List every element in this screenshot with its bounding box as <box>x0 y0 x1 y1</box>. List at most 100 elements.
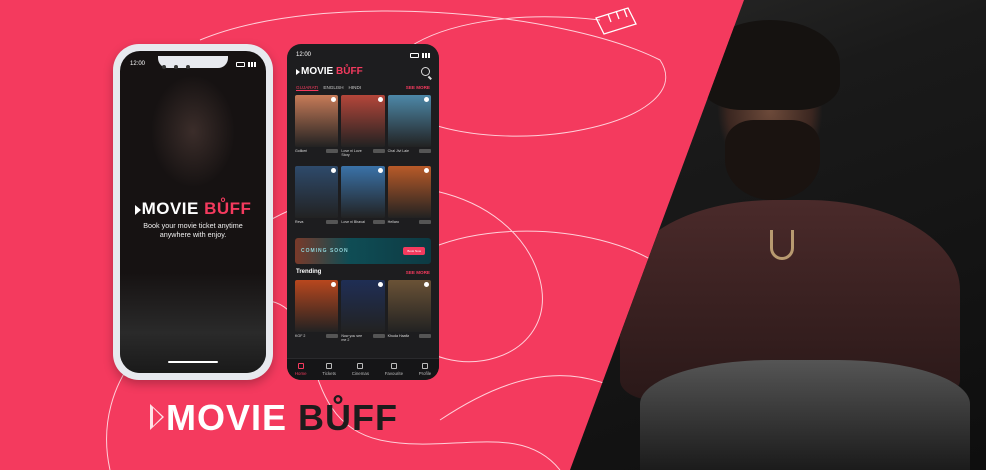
movie-card[interactable]: Chal Jivi Laie <box>387 95 431 163</box>
book-ticket-button[interactable] <box>372 220 385 224</box>
language-tabs: GUJARATI ENGLISH HINDI SEE MORE <box>287 77 439 90</box>
app-logo: MOVIE BŮFF <box>296 66 363 77</box>
app-status-time: 12:00 <box>296 52 312 58</box>
tab-favourite[interactable]: Favourite <box>385 363 403 376</box>
favourite-icon[interactable] <box>377 282 383 287</box>
movie-card[interactable]: Gollkeri <box>295 95 339 163</box>
movie-poster[interactable] <box>295 95 339 147</box>
favourite-icon[interactable] <box>377 97 383 102</box>
movie-card[interactable]: Love ni Love Story <box>341 95 385 163</box>
book-ticket-button[interactable] <box>326 334 339 338</box>
splash-screen: 12:00 MOVIE BŮFF Book your movie ticket … <box>120 51 266 373</box>
book-ticket-button[interactable] <box>326 149 339 153</box>
phone-notch <box>158 56 228 69</box>
movie-poster[interactable] <box>341 95 385 147</box>
status-time: 12:00 <box>130 61 146 67</box>
movie-poster[interactable] <box>341 280 385 332</box>
movie-card-footer: Gollkeri <box>295 149 339 163</box>
bottom-tab-bar: Home Tickets Cinemas Favourite Profile <box>287 358 439 380</box>
favourite-icon[interactable] <box>331 168 337 173</box>
ticket-icon <box>326 363 333 369</box>
book-ticket-button[interactable] <box>418 334 431 338</box>
movie-card-footer: KGF 2 <box>295 334 339 348</box>
tab-tickets[interactable]: Tickets <box>322 363 336 376</box>
app-status-bar: 12:00 <box>287 44 439 58</box>
book-ticket-button[interactable] <box>418 220 431 224</box>
battery-icon <box>410 52 419 58</box>
tab-home[interactable]: Home <box>295 363 307 376</box>
movie-title: Reva <box>295 220 304 224</box>
movie-title: Hellaro <box>387 220 400 224</box>
play-triangle-icon <box>296 69 300 75</box>
brand-buff-text: BŮFF <box>298 397 399 438</box>
favourite-icon[interactable] <box>423 168 429 173</box>
profile-icon <box>421 363 428 369</box>
favourite-icon[interactable] <box>331 97 337 102</box>
splash-background-bike <box>120 273 266 373</box>
tab-label: Tickets <box>322 371 336 376</box>
movie-card-footer: Khuda Haafiz <box>388 334 431 348</box>
heart-icon <box>390 363 397 369</box>
app-logo-movie: MOVIE <box>301 66 334 77</box>
book-ticket-button[interactable] <box>372 149 385 153</box>
movie-card[interactable]: Now you see me 2 <box>341 280 385 348</box>
movie-poster[interactable] <box>295 166 339 218</box>
trending-title: Trending <box>296 269 322 275</box>
movie-poster[interactable] <box>387 280 431 332</box>
tab-gujarati[interactable]: GUJARATI <box>296 85 318 90</box>
splash-logo: MOVIE BŮFF <box>120 199 266 219</box>
movie-grid: Gollkeri Love ni Love Story Chal Jivi Laie… <box>287 90 439 234</box>
brand-logo: MOVIE BŮFF <box>150 400 398 436</box>
book-ticket-button[interactable] <box>418 149 431 153</box>
movie-title: Love ni Love Story <box>341 149 362 158</box>
movie-poster[interactable] <box>341 166 385 218</box>
favourite-icon[interactable] <box>423 282 429 287</box>
app-home-phone-mockup: 12:00 MOVIE BŮFF GUJARATI ENGLISH HINDI … <box>287 44 439 380</box>
see-more-link[interactable]: SEE MORE <box>406 85 430 90</box>
movie-poster[interactable] <box>295 280 339 332</box>
movie-poster[interactable] <box>387 166 431 218</box>
movie-title: Gollkeri <box>295 149 308 153</box>
movie-card-footer: Love ni Bhavai <box>341 220 385 234</box>
movie-title: Khuda Haafiz <box>387 334 410 338</box>
movie-title: Now you see me 2 <box>341 334 363 343</box>
movie-card[interactable]: Khuda Haafiz <box>387 280 431 348</box>
book-ticket-button[interactable] <box>372 334 385 338</box>
tab-hindi[interactable]: HINDI <box>349 85 362 90</box>
splash-tagline: Book your movie ticket anytime anywhere … <box>143 221 243 240</box>
favourite-icon[interactable] <box>331 282 337 287</box>
signal-icon <box>248 61 256 67</box>
tab-label: Cinemas <box>351 371 370 376</box>
movie-card[interactable]: Love ni Bhavai <box>341 166 385 234</box>
tab-cinemas[interactable]: Cinemas <box>352 363 369 376</box>
movie-card-footer: Hellaro <box>388 220 431 234</box>
search-icon[interactable] <box>421 67 430 76</box>
app-header: MOVIE BŮFF <box>287 58 439 77</box>
banner-text: COMING SOON <box>301 248 349 254</box>
splash-phone-mockup: 12:00 MOVIE BŮFF Book your movie ticket … <box>113 44 273 380</box>
movie-card[interactable]: Reva <box>295 166 339 234</box>
favourite-icon[interactable] <box>377 168 383 173</box>
movie-card[interactable]: Hellaro <box>387 166 431 234</box>
movie-card-footer: Now you see me 2 <box>341 334 385 348</box>
tab-label: Profile <box>418 371 432 376</box>
movie-title: Love ni Bhavai <box>341 220 365 224</box>
book-now-button[interactable]: Book Now <box>403 247 425 255</box>
favourite-icon[interactable] <box>423 97 429 102</box>
logo-buff-text: BŮFF <box>204 199 252 218</box>
tab-english[interactable]: ENGLISH <box>323 85 343 90</box>
play-triangle-icon <box>134 205 141 215</box>
movie-poster[interactable] <box>387 95 431 147</box>
home-icon <box>297 363 304 369</box>
play-triangle-icon <box>150 404 164 430</box>
battery-icon <box>236 61 245 67</box>
coming-soon-banner[interactable]: COMING SOON Book Now <box>295 238 431 264</box>
movie-card-footer: Love ni Love Story <box>341 149 385 163</box>
movie-card[interactable]: KGF 2 <box>295 280 339 348</box>
tab-profile[interactable]: Profile <box>419 363 431 376</box>
trending-see-more-link[interactable]: SEE MORE <box>406 270 430 275</box>
ticket-doodle-icon <box>595 7 637 35</box>
movie-title: Chal Jivi Laie <box>387 149 410 153</box>
book-ticket-button[interactable] <box>326 220 339 224</box>
logo-movie-text: MOVIE <box>141 199 199 218</box>
